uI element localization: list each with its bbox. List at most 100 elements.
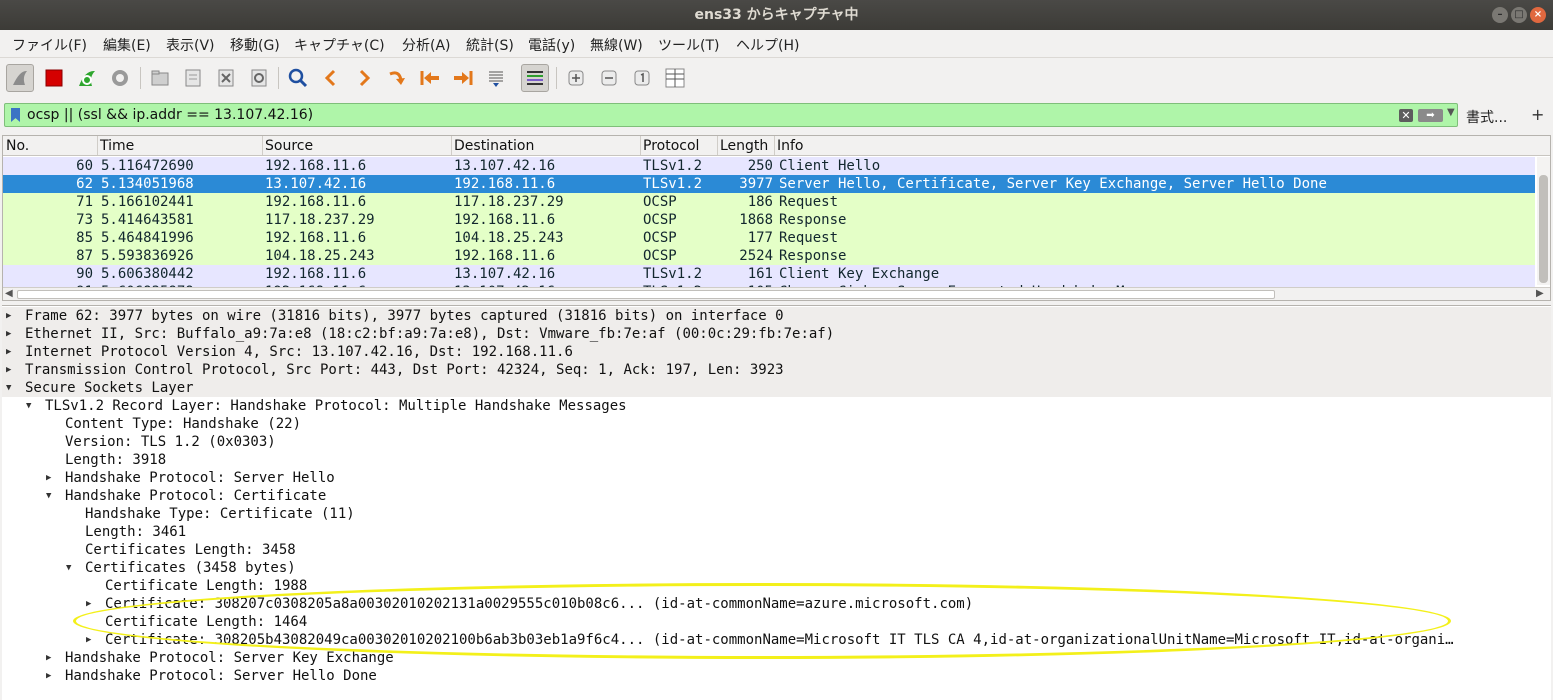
packet-cell-info: Server Hello, Certificate, Server Key Ex… xyxy=(779,176,1327,192)
menu-view[interactable]: 表示(V) xyxy=(166,35,215,55)
column-header-source[interactable]: Source xyxy=(265,138,313,154)
detail-tree-item[interactable]: Content Type: Handshake (22) xyxy=(2,415,1551,433)
minimize-button[interactable]: – xyxy=(1492,7,1508,23)
column-header-time[interactable]: Time xyxy=(100,138,134,154)
chevron-down-icon[interactable]: ▼ xyxy=(1447,107,1455,118)
zoom-in-icon[interactable] xyxy=(562,64,590,92)
detail-tree-item[interactable]: ▶ Certificate: 308205b43082049ca003020102… xyxy=(2,631,1551,649)
maximize-button[interactable]: □ xyxy=(1511,7,1527,23)
menu-tools[interactable]: ツール(T) xyxy=(658,35,719,55)
detail-tree-item[interactable]: ▶ Handshake Protocol: Server Hello Done xyxy=(2,667,1551,685)
menu-go[interactable]: 移動(G) xyxy=(230,35,280,55)
packet-row[interactable]: 85 5.464841996 192.168.11.6 104.18.25.243 OC… xyxy=(3,229,1535,247)
filter-expression-button[interactable]: 書式... xyxy=(1466,107,1507,127)
collapse-arrow-icon[interactable]: ▶ xyxy=(46,667,51,685)
detail-tree-item[interactable]: ▶ Internet Protocol Version 4, Src: 13.10… xyxy=(2,343,1551,361)
autoscroll-icon[interactable] xyxy=(482,64,510,92)
save-file-icon[interactable] xyxy=(179,64,207,92)
packet-list-pane[interactable]: No. Time Source Destination Protocol Len… xyxy=(2,135,1551,301)
display-filter-text[interactable]: ocsp || (ssl && ip.addr == 13.107.42.16) xyxy=(27,107,313,123)
collapse-arrow-icon[interactable]: ▶ xyxy=(6,307,11,325)
menu-telephony[interactable]: 電話(y) xyxy=(528,35,575,55)
apply-filter-icon[interactable]: ➡ xyxy=(1418,109,1443,122)
detail-tree-item[interactable]: ▶ Handshake Protocol: Server Hello xyxy=(2,469,1551,487)
packet-details-pane[interactable]: ▶ Frame 62: 3977 bytes on wire (31816 bit… xyxy=(2,305,1551,700)
column-header-no[interactable]: No. xyxy=(6,138,29,154)
close-file-icon[interactable] xyxy=(212,64,240,92)
zoom-normal-icon[interactable] xyxy=(628,64,656,92)
collapse-arrow-icon[interactable]: ▶ xyxy=(6,343,11,361)
detail-tree-item[interactable]: ▼ Handshake Protocol: Certificate xyxy=(2,487,1551,505)
stop-capture-icon[interactable] xyxy=(40,64,68,92)
go-forward-icon[interactable] xyxy=(350,64,378,92)
detail-tree-item[interactable]: ▼ Certificates (3458 bytes) xyxy=(2,559,1551,577)
packet-list-vertical-scrollbar[interactable] xyxy=(1537,157,1550,285)
bookmark-icon[interactable] xyxy=(11,108,20,122)
detail-tree-item[interactable]: ▶ Frame 62: 3977 bytes on wire (31816 bit… xyxy=(2,307,1551,325)
menu-capture[interactable]: キャプチャ(C) xyxy=(294,35,385,55)
packet-row[interactable]: 62 5.134051968 13.107.42.16 192.168.11.6 TLS… xyxy=(3,175,1535,193)
collapse-arrow-icon[interactable]: ▶ xyxy=(46,469,51,487)
zoom-out-icon[interactable] xyxy=(595,64,623,92)
reload-file-icon[interactable] xyxy=(245,64,273,92)
detail-tree-item[interactable]: Certificate Length: 1988 xyxy=(2,577,1551,595)
collapse-arrow-icon[interactable]: ▶ xyxy=(46,649,51,667)
scroll-left-icon[interactable]: ◀ xyxy=(5,288,13,299)
detail-tree-item[interactable]: ▼ Secure Sockets Layer xyxy=(2,379,1551,397)
colorize-icon[interactable] xyxy=(521,64,549,92)
detail-tree-item[interactable]: Certificate Length: 1464 xyxy=(2,613,1551,631)
packet-row[interactable]: 90 5.606380442 192.168.11.6 13.107.42.16 TLS… xyxy=(3,265,1535,283)
packet-row[interactable]: 60 5.116472690 192.168.11.6 13.107.42.16 TLS… xyxy=(3,157,1535,175)
capture-options-icon[interactable] xyxy=(106,64,134,92)
detail-tree-item[interactable]: Length: 3461 xyxy=(2,523,1551,541)
detail-tree-item[interactable]: ▶ Ethernet II, Src: Buffalo_a9:7a:e8 (18:… xyxy=(2,325,1551,343)
display-filter-input[interactable]: ocsp || (ssl && ip.addr == 13.107.42.16)… xyxy=(4,103,1458,127)
go-to-packet-icon[interactable] xyxy=(383,64,411,92)
collapse-arrow-icon[interactable]: ▶ xyxy=(6,325,11,343)
open-file-icon[interactable] xyxy=(146,64,174,92)
detail-tree-item[interactable]: Handshake Type: Certificate (11) xyxy=(2,505,1551,523)
go-first-icon[interactable] xyxy=(416,64,444,92)
expand-arrow-icon[interactable]: ▼ xyxy=(46,487,51,505)
collapse-arrow-icon[interactable]: ▶ xyxy=(86,631,91,649)
detail-tree-item[interactable]: Version: TLS 1.2 (0x0303) xyxy=(2,433,1551,451)
column-header-info[interactable]: Info xyxy=(777,138,804,154)
menu-file[interactable]: ファイル(F) xyxy=(12,35,87,55)
detail-tree-item[interactable]: ▶ Handshake Protocol: Server Key Exchange xyxy=(2,649,1551,667)
scrollbar-thumb[interactable] xyxy=(1539,175,1548,283)
menu-analyze[interactable]: 分析(A) xyxy=(402,35,451,55)
detail-tree-item[interactable]: ▼ TLSv1.2 Record Layer: Handshake Protoco… xyxy=(2,397,1551,415)
clear-filter-icon[interactable]: ✕ xyxy=(1399,109,1413,122)
restart-capture-icon[interactable] xyxy=(73,64,101,92)
detail-tree-item[interactable]: ▶ Transmission Control Protocol, Src Port… xyxy=(2,361,1551,379)
resize-columns-icon[interactable] xyxy=(661,64,689,92)
scrollbar-thumb[interactable] xyxy=(17,290,1275,299)
packet-cell-no: 62 xyxy=(76,176,93,192)
go-last-icon[interactable] xyxy=(449,64,477,92)
menu-edit[interactable]: 編集(E) xyxy=(103,35,151,55)
detail-tree-item[interactable]: ▶ Certificate: 308207c0308205a8a003020102… xyxy=(2,595,1551,613)
packet-row[interactable]: 87 5.593836926 104.18.25.243 192.168.11.6 OC… xyxy=(3,247,1535,265)
detail-tree-item[interactable]: Length: 3918 xyxy=(2,451,1551,469)
column-header-length[interactable]: Length xyxy=(720,138,768,154)
expand-arrow-icon[interactable]: ▼ xyxy=(66,559,71,577)
column-header-destination[interactable]: Destination xyxy=(454,138,534,154)
menu-wireless[interactable]: 無線(W) xyxy=(590,35,643,55)
expand-arrow-icon[interactable]: ▼ xyxy=(6,379,11,397)
column-header-protocol[interactable]: Protocol xyxy=(643,138,699,154)
add-filter-button[interactable]: + xyxy=(1531,105,1544,124)
packet-row[interactable]: 71 5.166102441 192.168.11.6 117.18.237.29 OC… xyxy=(3,193,1535,211)
scroll-right-icon[interactable]: ▶ xyxy=(1536,288,1544,299)
go-back-icon[interactable] xyxy=(317,64,345,92)
collapse-arrow-icon[interactable]: ▶ xyxy=(86,595,91,613)
find-packet-icon[interactable] xyxy=(284,64,312,92)
packet-list-horizontal-scrollbar[interactable]: ◀ ▶ xyxy=(3,287,1550,300)
packet-row[interactable]: 73 5.414643581 117.18.237.29 192.168.11.6 OC… xyxy=(3,211,1535,229)
shark-fin-start-icon[interactable] xyxy=(6,64,34,92)
detail-tree-item[interactable]: Certificates Length: 3458 xyxy=(2,541,1551,559)
expand-arrow-icon[interactable]: ▼ xyxy=(26,397,31,415)
collapse-arrow-icon[interactable]: ▶ xyxy=(6,361,11,379)
menu-statistics[interactable]: 統計(S) xyxy=(466,35,514,55)
menu-help[interactable]: ヘルプ(H) xyxy=(736,35,799,55)
close-window-button[interactable]: × xyxy=(1530,7,1546,23)
